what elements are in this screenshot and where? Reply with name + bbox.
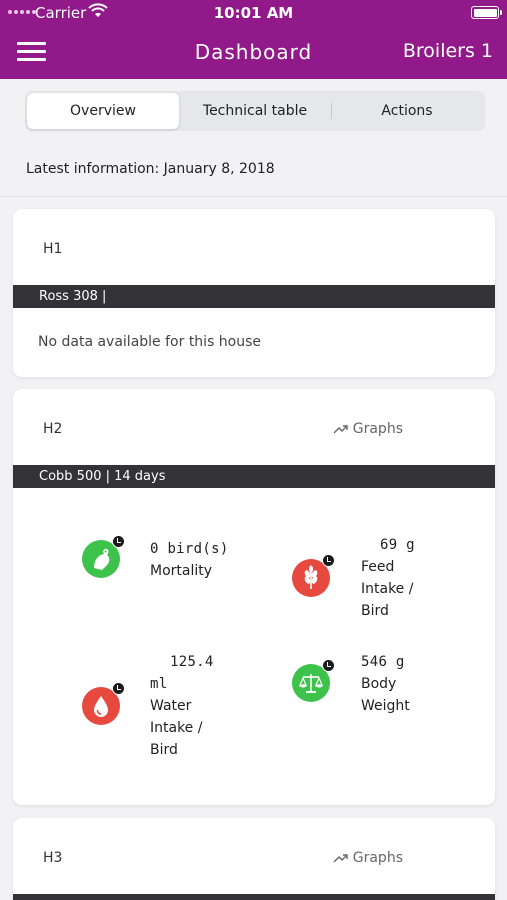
house-name: H3: [43, 850, 63, 866]
graphs-label: Graphs: [352, 421, 403, 437]
no-data-message: No data available for this house: [38, 334, 262, 350]
mortality-label: Mortality: [150, 563, 213, 579]
latest-info: Latest information: January 8, 2018: [0, 145, 507, 197]
house-card-h2[interactable]: H2 Graphs Cobb 500 | 14 days 0 bird(s) M…: [13, 389, 495, 805]
feed-value: 69 g: [380, 537, 415, 553]
water-drop-icon: [82, 682, 125, 725]
wheat-icon: [292, 554, 335, 597]
house-card-h3[interactable]: H3 Graphs: [13, 818, 495, 900]
water-label-1: Water: [150, 698, 192, 714]
breed-band: Cobb 500 | 14 days: [13, 465, 495, 488]
water-value-2: ml: [150, 676, 168, 692]
trend-icon: [333, 425, 348, 434]
segmented-tabs: Overview Technical table Actions: [25, 91, 485, 131]
water-value-1: 125.4: [170, 654, 214, 670]
bird-icon: [82, 535, 125, 578]
water-label-3: Bird: [150, 742, 178, 758]
mortality-value: 0 bird(s): [150, 541, 229, 557]
weight-label-2: Weight: [361, 698, 410, 714]
clock-time: 10:01 AM: [213, 4, 294, 22]
graphs-link[interactable]: Graphs: [333, 421, 403, 437]
status-bar: Carrier 10:01 AM: [0, 0, 507, 26]
graphs-label: Graphs: [352, 850, 403, 866]
feed-label-3: Bird: [361, 603, 389, 619]
weight-value: 546 g: [361, 654, 405, 670]
weight-label-1: Body: [361, 676, 397, 692]
trend-icon: [333, 854, 348, 863]
top-bar: Carrier 10:01 AM Dashboard Broilers 1: [0, 0, 507, 79]
weight-kpi: 546 g Body Weight: [361, 651, 410, 717]
water-kpi: 125.4 ml Water Intake / Bird: [150, 651, 214, 761]
farm-selector[interactable]: Broilers 1: [403, 40, 493, 62]
house-card-h1[interactable]: H1 Ross 308 | No data available for this…: [13, 209, 495, 377]
scale-icon: [292, 659, 335, 702]
graphs-link[interactable]: Graphs: [333, 850, 403, 866]
feed-kpi: 69 g Feed Intake / Bird: [361, 534, 415, 622]
tab-technical-table[interactable]: Technical table: [179, 93, 331, 129]
feed-label-2: Intake /: [361, 581, 414, 597]
breed-band: Ross 308 |: [13, 285, 495, 308]
house-name: H1: [43, 241, 63, 257]
mortality-kpi: 0 bird(s) Mortality: [150, 538, 229, 582]
breed-band: [13, 894, 495, 900]
battery-icon: [471, 6, 502, 19]
water-label-2: Intake /: [150, 720, 203, 736]
tab-overview[interactable]: Overview: [27, 93, 179, 129]
feed-label-1: Feed: [361, 559, 395, 575]
tab-actions[interactable]: Actions: [331, 93, 483, 129]
house-name: H2: [43, 421, 63, 437]
